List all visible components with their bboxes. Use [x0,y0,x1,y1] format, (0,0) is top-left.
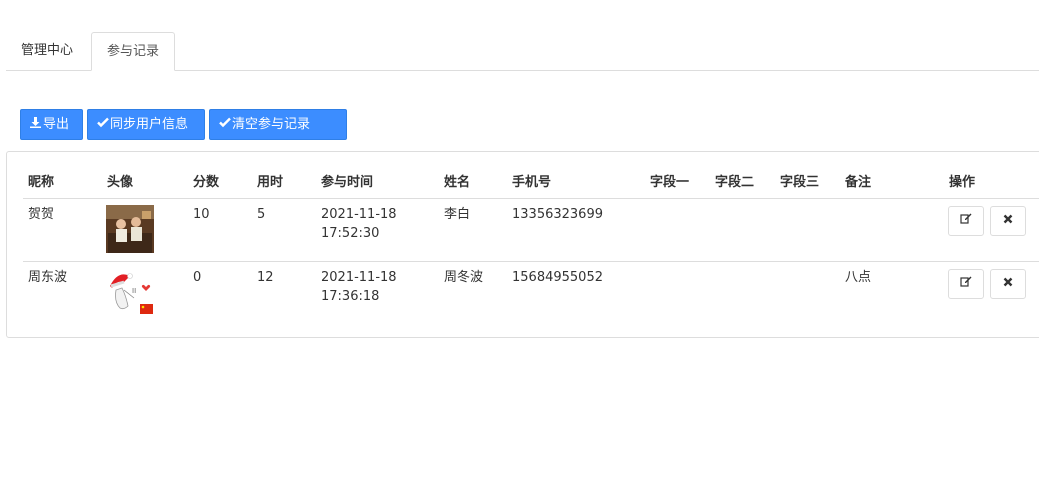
time-date: 2021-11-18 [321,270,397,285]
duration: 5 [257,207,266,222]
row-divider [23,261,1039,262]
phone: 15684955052 [512,270,603,285]
col-score: 分数 [193,175,220,190]
edit-button[interactable] [948,206,984,236]
time-date: 2021-11-18 [321,207,397,222]
col-actions: 操作 [949,175,976,190]
edit-button[interactable] [948,269,984,299]
records-panel: 昵称 头像 分数 用时 参与时间 姓名 手机号 字段一 字段二 字段三 备注 操… [6,151,1039,338]
export-button[interactable]: 导出 [20,109,83,140]
header-divider [23,198,1039,199]
col-phone: 手机号 [512,175,552,190]
export-label: 导出 [43,117,70,132]
check-icon [218,110,231,140]
nickname: 贺贺 [28,207,55,222]
remark: 八点 [845,270,872,285]
tab-bar: 管理中心 参与记录 [6,32,1039,71]
score: 10 [193,207,210,222]
svg-text:II: II [132,287,136,295]
col-field3: 字段三 [780,175,820,190]
real-name: 周冬波 [444,270,484,285]
col-duration: 用时 [257,175,284,190]
col-name: 姓名 [444,175,471,190]
delete-button[interactable] [990,206,1026,236]
clear-records-button[interactable]: 清空参与记录 [209,109,347,140]
tab-management-center[interactable]: 管理中心 [6,32,90,70]
avatar: II [106,268,154,316]
sync-label: 同步用户信息 [110,117,189,132]
clear-label: 清空参与记录 [232,117,311,132]
edit-icon [960,213,972,224]
avatar [106,205,154,253]
duration: 12 [257,270,274,285]
delete-button[interactable] [990,269,1026,299]
col-remark: 备注 [845,175,872,190]
col-avatar: 头像 [107,175,134,190]
close-icon [1003,277,1013,287]
col-time: 参与时间 [321,175,374,190]
check-icon [96,110,109,140]
time-clock: 17:36:18 [321,289,380,304]
score: 0 [193,270,202,285]
phone: 13356323699 [512,207,603,222]
time-clock: 17:52:30 [321,226,380,241]
nickname: 周东波 [28,270,68,285]
col-field2: 字段二 [715,175,755,190]
col-nickname: 昵称 [28,175,55,190]
tab-participation-records[interactable]: 参与记录 [91,32,175,71]
download-icon [29,110,42,140]
edit-icon [960,276,972,287]
col-field1: 字段一 [650,175,690,190]
real-name: 李白 [444,207,471,222]
sync-user-info-button[interactable]: 同步用户信息 [87,109,205,140]
close-icon [1003,214,1013,224]
